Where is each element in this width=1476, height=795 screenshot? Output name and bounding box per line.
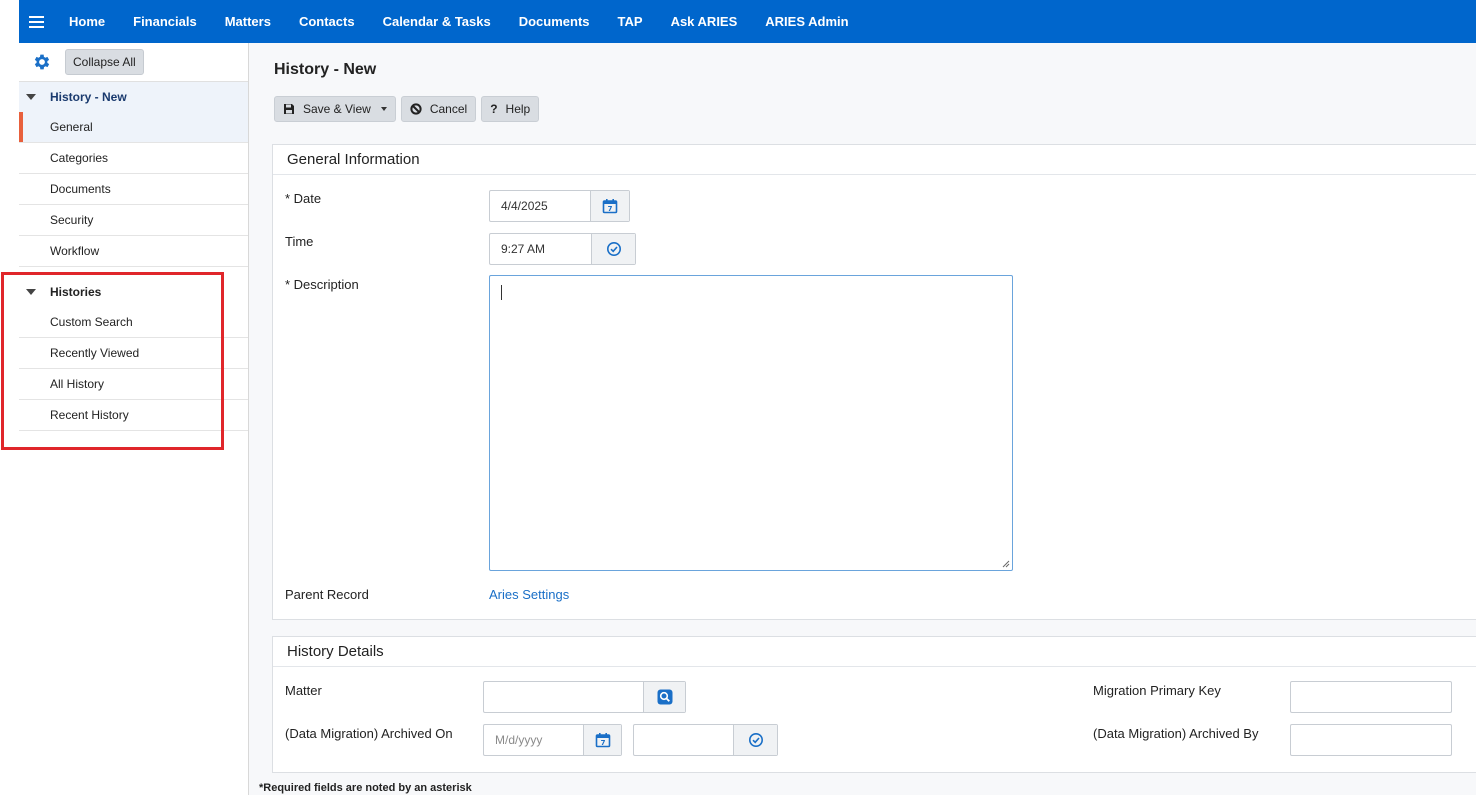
archived-on-label: (Data Migration) Archived On [285, 726, 453, 741]
description-textarea[interactable] [489, 275, 1013, 571]
search-icon[interactable] [643, 682, 685, 712]
date-field[interactable]: 4/4/2025 7 [489, 190, 630, 222]
parent-record-link[interactable]: Aries Settings [489, 587, 569, 602]
svg-text:7: 7 [608, 205, 613, 213]
cancel-label: Cancel [429, 102, 468, 116]
sidebar-item-categories[interactable]: Categories [19, 143, 248, 174]
sidebar-toolbar: Collapse All [19, 43, 248, 82]
nav-aries-admin[interactable]: ARIES Admin [765, 14, 848, 29]
clock-icon[interactable] [591, 234, 635, 264]
save-icon [283, 103, 295, 115]
action-toolbar: Save & View Cancel ? Help [274, 96, 540, 122]
help-label: Help [505, 102, 531, 116]
ban-icon [410, 103, 422, 115]
sidebar-item-workflow[interactable]: Workflow [19, 236, 248, 267]
caret-down-icon [26, 94, 36, 100]
archived-on-date-field[interactable]: M/d/yyyy 7 [483, 724, 622, 756]
matter-label: Matter [285, 683, 322, 698]
help-button[interactable]: ? Help [481, 96, 540, 122]
calendar-icon[interactable]: 7 [583, 725, 621, 755]
collapse-all-button[interactable]: Collapse All [65, 49, 144, 75]
save-view-button[interactable]: Save & View [274, 96, 396, 122]
panel-heading: General Information [273, 145, 1476, 175]
migration-primary-key-label: Migration Primary Key [1093, 683, 1221, 698]
sidebar-group-history-new: History - New General Categories Documen… [19, 82, 248, 267]
date-label: * Date [285, 191, 322, 206]
archived-on-time-input[interactable] [634, 725, 733, 755]
date-value[interactable]: 4/4/2025 [490, 191, 590, 221]
sidebar-group-header[interactable]: Histories [19, 277, 248, 307]
text-cursor [501, 285, 502, 300]
matter-field[interactable] [483, 681, 686, 713]
sidebar-group-title: Histories [50, 285, 102, 299]
time-value[interactable]: 9:27 AM [490, 234, 591, 264]
archived-on-date-input[interactable]: M/d/yyyy [484, 725, 583, 755]
sidebar-item-all-history[interactable]: All History [19, 369, 248, 400]
matter-input[interactable] [484, 682, 643, 712]
nav-home[interactable]: Home [69, 14, 105, 29]
sidebar-group-title: History - New [50, 90, 127, 104]
parent-record-label: Parent Record [285, 587, 369, 602]
menu-icon[interactable] [19, 0, 53, 43]
nav-tap[interactable]: TAP [618, 14, 643, 29]
time-label: Time [285, 234, 314, 249]
svg-text:7: 7 [600, 739, 605, 747]
archived-by-label: (Data Migration) Archived By [1093, 726, 1259, 741]
archived-by-input[interactable] [1290, 724, 1452, 756]
sidebar-item-recently-viewed[interactable]: Recently Viewed [19, 338, 248, 369]
panel-heading: History Details [273, 637, 1476, 667]
sidebar-item-general[interactable]: General [19, 112, 248, 143]
required-fields-note: *Required fields are noted by an asteris… [259, 782, 472, 794]
cancel-button[interactable]: Cancel [400, 96, 477, 122]
save-view-label: Save & View [303, 102, 371, 116]
top-nav: Home Financials Matters Contacts Calenda… [19, 0, 1476, 43]
time-field[interactable]: 9:27 AM [489, 233, 636, 265]
sidebar-group-histories: Histories Custom Search Recently Viewed … [19, 277, 248, 431]
nav-financials[interactable]: Financials [133, 14, 197, 29]
description-label: * Description [285, 277, 359, 292]
sidebar-item-recent-history[interactable]: Recent History [19, 400, 248, 431]
sidebar-item-custom-search[interactable]: Custom Search [19, 307, 248, 338]
archived-on-time-field[interactable] [633, 724, 778, 756]
gear-icon[interactable] [32, 52, 52, 72]
history-details-panel: History Details Matter (Data Migration) … [272, 636, 1476, 773]
nav-contacts[interactable]: Contacts [299, 14, 355, 29]
nav-ask-aries[interactable]: Ask ARIES [671, 14, 738, 29]
sidebar: Collapse All History - New General Categ… [19, 43, 249, 795]
sidebar-group-header[interactable]: History - New [19, 82, 248, 112]
calendar-icon[interactable]: 7 [590, 191, 629, 221]
sidebar-item-security[interactable]: Security [19, 205, 248, 236]
nav-calendar-tasks[interactable]: Calendar & Tasks [383, 14, 491, 29]
migration-primary-key-input[interactable] [1290, 681, 1452, 713]
caret-down-icon [26, 289, 36, 295]
nav-documents[interactable]: Documents [519, 14, 590, 29]
clock-icon[interactable] [733, 725, 777, 755]
general-information-panel: General Information * Date 4/4/2025 7 Ti… [272, 144, 1476, 620]
nav-matters[interactable]: Matters [225, 14, 271, 29]
page-title: History - New [274, 61, 377, 78]
question-icon: ? [490, 102, 498, 116]
main-content: History - New Save & View Cancel ? Help … [249, 43, 1476, 795]
resize-grip-icon[interactable] [1002, 560, 1010, 568]
sidebar-item-documents[interactable]: Documents [19, 174, 248, 205]
chevron-down-icon[interactable] [380, 107, 387, 111]
